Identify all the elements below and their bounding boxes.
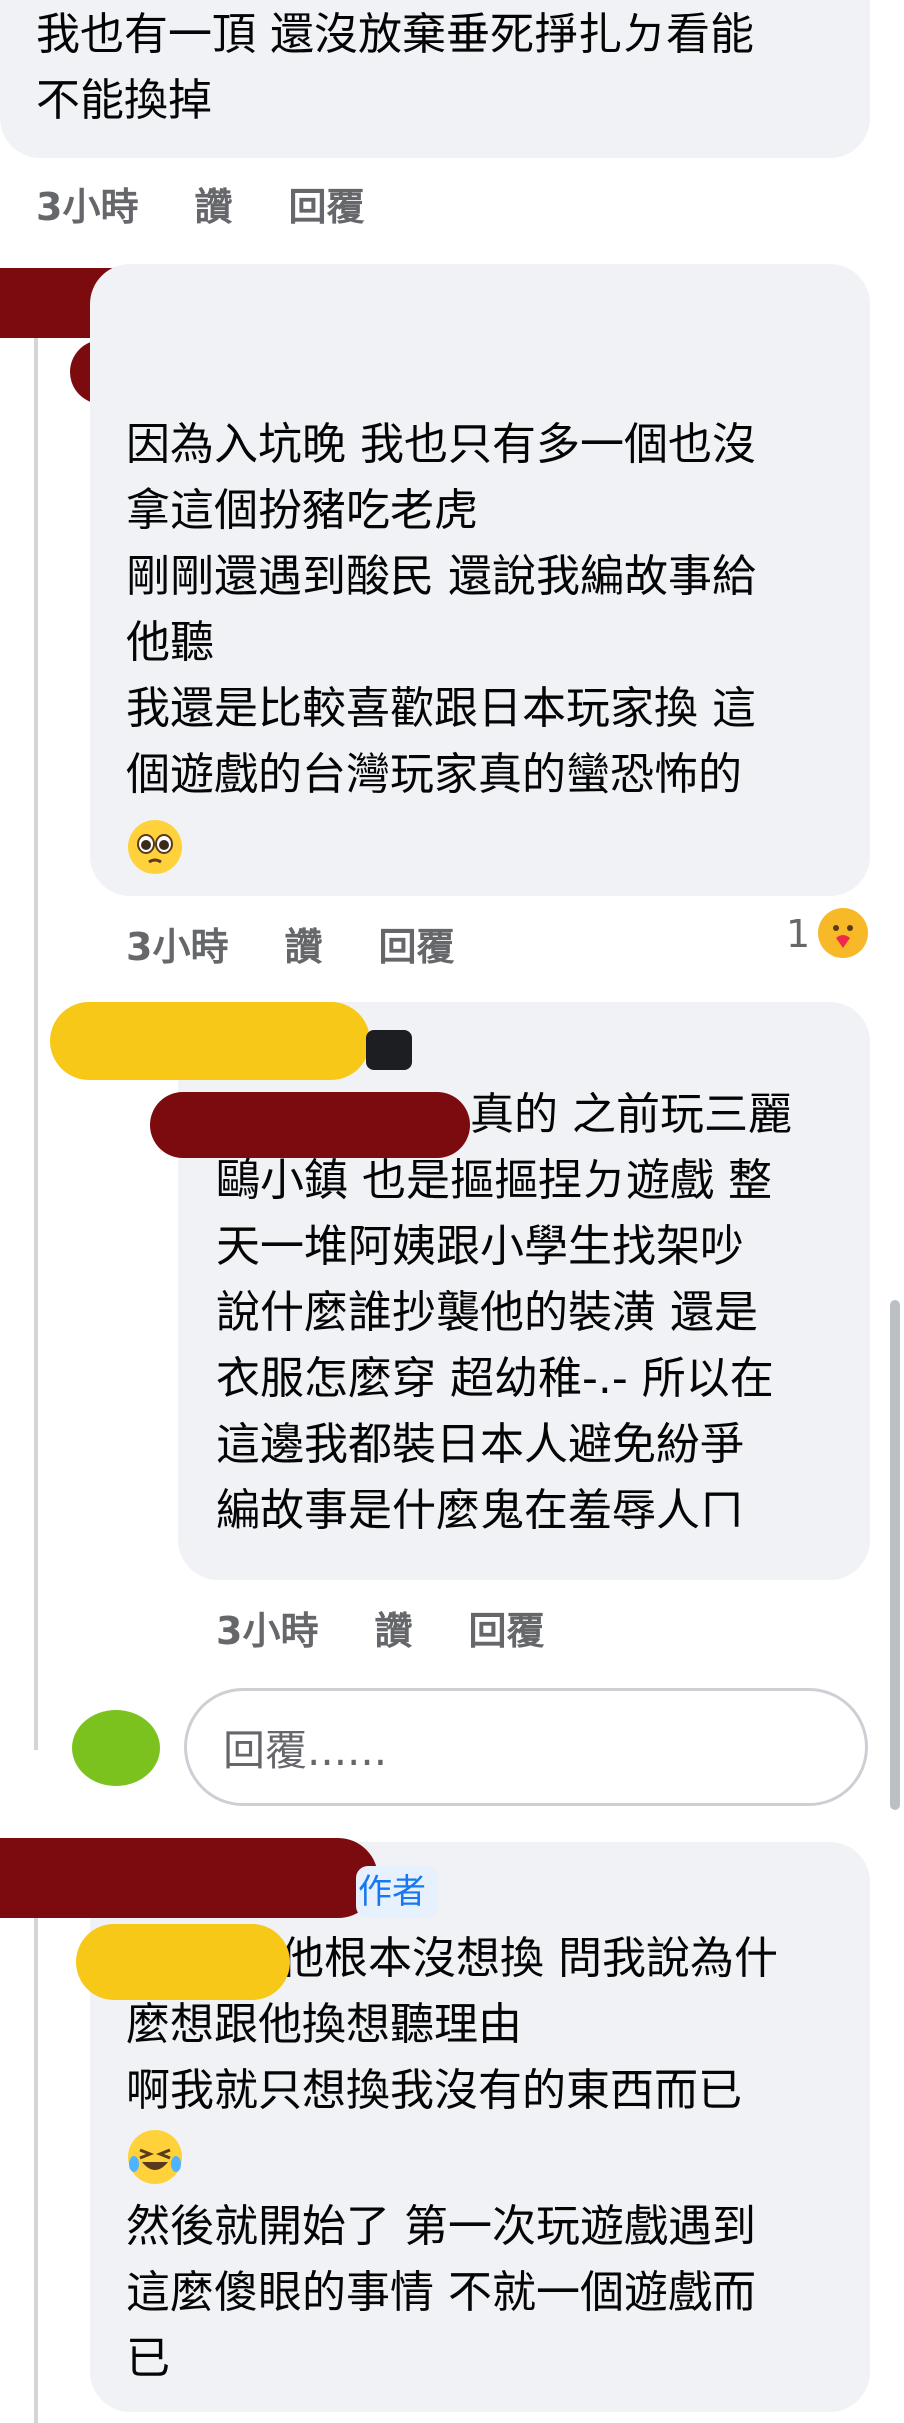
author-badge: 作者 xyxy=(356,1866,438,1918)
redacted-name xyxy=(76,1924,290,2000)
comment-text: 我也有一頂 還沒放棄垂死掙扎ㄉ看能 不能換掉 xyxy=(36,9,754,126)
comment-text: 因為入坑晚 我也只有多一個也沒 拿這個扮豬吃老虎 剛剛還遇到酸民 還說我編故事給… xyxy=(126,419,756,800)
pleading-face-emoji xyxy=(128,820,182,874)
reply-placeholder: 回覆...... xyxy=(223,1725,388,1775)
thread-line xyxy=(34,330,38,1750)
like-button[interactable]: 讚 xyxy=(194,176,232,231)
comment-actions-1: 3小時 讚 回覆 xyxy=(36,176,364,231)
comment-actions-3: 3小時 讚 回覆 xyxy=(216,1600,544,1655)
laughing-tears-emoji xyxy=(128,2130,182,2184)
like-button[interactable]: 讚 xyxy=(374,1600,412,1655)
scrollbar[interactable] xyxy=(890,1300,900,1810)
comment-bubble-1: 我也有一頂 還沒放棄垂死掙扎ㄉ看能 不能換掉 xyxy=(0,0,870,158)
timestamp[interactable]: 3小時 xyxy=(216,1600,318,1655)
redacted-name xyxy=(150,1092,470,1158)
comment-bubble-2: 因為入坑晚 我也只有多一個也沒 拿這個扮豬吃老虎 剛剛還遇到酸民 還說我編故事給… xyxy=(90,264,870,896)
timestamp[interactable]: 3小時 xyxy=(126,916,228,971)
redacted-name xyxy=(0,1838,378,1918)
care-reaction-icon[interactable] xyxy=(818,908,868,958)
comment-text-continued: 然後就開始了 第一次玩遊戲遇到 這麼傻眼的事情 不就一個遊戲而 已 xyxy=(126,2201,756,2384)
chat-bubble-icon xyxy=(366,1030,412,1070)
comment-actions-2: 3小時 讚 回覆 xyxy=(126,916,454,971)
thread-line xyxy=(34,1860,38,2423)
reply-button[interactable]: 回覆 xyxy=(288,176,364,231)
reply-button[interactable]: 回覆 xyxy=(468,1600,544,1655)
redacted-name xyxy=(50,1002,370,1080)
comment-bubble-3: 真的 之前玩三麗 鷗小鎮 也是摳摳捏ㄉ遊戲 整 天一堆阿姨跟小學生找架吵 說什麼… xyxy=(178,1002,870,1580)
like-button[interactable]: 讚 xyxy=(284,916,322,971)
reply-input[interactable]: 回覆...... xyxy=(184,1688,868,1806)
reply-button[interactable]: 回覆 xyxy=(378,916,454,971)
timestamp[interactable]: 3小時 xyxy=(36,176,138,231)
reaction-count[interactable]: 1 xyxy=(786,912,810,956)
avatar xyxy=(72,1710,160,1786)
